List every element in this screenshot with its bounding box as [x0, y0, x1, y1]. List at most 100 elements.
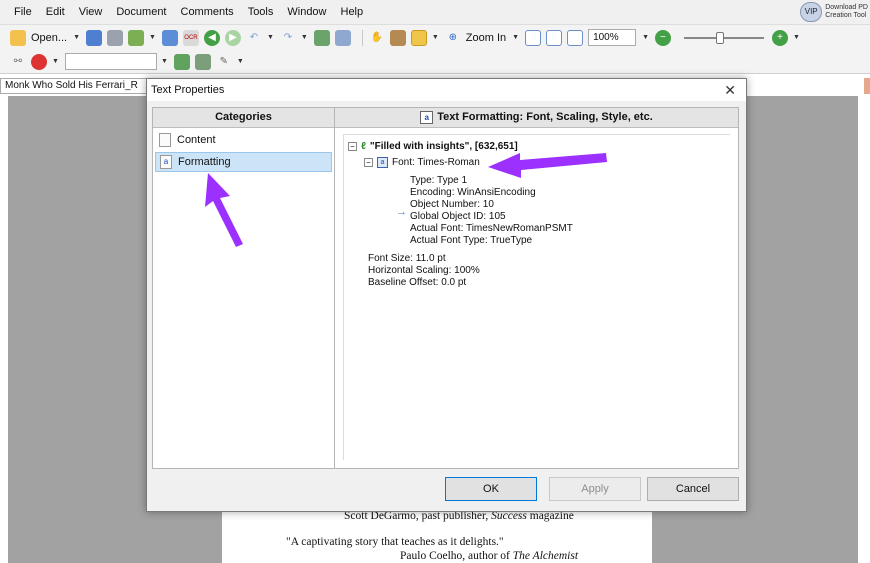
zoom-level-field[interactable]: 100% — [588, 29, 637, 46]
ok-button[interactable]: OK — [445, 477, 537, 501]
document-icon — [159, 133, 171, 147]
metric-horizontal-scaling: Horizontal Scaling: 100% — [368, 265, 480, 276]
category-formatting[interactable]: a Formatting — [155, 152, 332, 172]
text-properties-dialog: Text Properties ✕ Categories Content a F… — [146, 78, 747, 512]
redo-dropdown-icon[interactable]: ▼ — [301, 34, 308, 41]
metric-font-size: Font Size: 11.0 pt — [368, 253, 446, 264]
link-icon[interactable]: ⚯ — [10, 54, 26, 70]
font-format-icon: a — [160, 155, 172, 169]
tree-font-node-label: Font: Times-Roman — [392, 157, 480, 169]
font-icon: a — [377, 157, 388, 168]
menu-help[interactable]: Help — [341, 6, 364, 18]
toolbar-overflow-icon[interactable]: ▼ — [793, 34, 800, 41]
page-line-3-italic: The Alchemist — [512, 550, 579, 562]
zoom-in-dropdown-icon[interactable]: ▼ — [512, 34, 519, 41]
menu-bar: File Edit View Document Comments Tools W… — [0, 0, 870, 24]
fit-page-icon[interactable] — [546, 29, 563, 46]
toolbar-separator — [361, 29, 363, 46]
zoom-level-dropdown-icon[interactable]: ▼ — [642, 34, 649, 41]
pencil-dropdown-icon[interactable]: ▼ — [237, 58, 244, 65]
category-formatting-label: Formatting — [178, 156, 231, 168]
details-panel: a Text Formatting: Font, Scaling, Style, … — [335, 107, 739, 469]
close-icon[interactable]: ✕ — [724, 79, 736, 101]
menu-window[interactable]: Window — [287, 6, 326, 18]
zoom-in-circle-icon[interactable]: + — [772, 29, 788, 46]
undo-icon[interactable]: ↶ — [246, 30, 262, 46]
font-prop-global-id: Global Object ID: 105 — [410, 211, 506, 222]
actual-size-icon[interactable] — [525, 29, 542, 46]
font-format-icon: a — [420, 110, 434, 124]
dialog-title: Text Properties — [151, 84, 225, 96]
menu-file[interactable]: File — [14, 6, 32, 18]
rotate-left-icon[interactable] — [313, 29, 330, 46]
menu-edit[interactable]: Edit — [46, 6, 65, 18]
back-icon[interactable]: ◀ — [203, 29, 220, 46]
font-prop-type: Type: Type 1 — [410, 175, 468, 186]
collapse-icon[interactable]: − — [364, 158, 373, 167]
dialog-title-bar[interactable]: Text Properties ✕ — [147, 79, 746, 101]
text-leaf-icon: ℓ — [361, 141, 366, 152]
select-dropdown-icon[interactable]: ▼ — [432, 34, 439, 41]
font-name-dropdown-icon[interactable]: ▼ — [161, 58, 168, 65]
ocr-icon[interactable]: OCR — [182, 29, 199, 46]
collapse-icon[interactable]: − — [348, 141, 357, 151]
properties-tree[interactable]: − ℓ "Filled with insights", [632,651] − a Fo… — [343, 134, 730, 460]
open-folder-icon[interactable] — [10, 29, 26, 46]
stamp-icon[interactable] — [31, 53, 47, 70]
categories-panel: Categories Content a Formatting — [152, 107, 335, 469]
hand-tool-icon[interactable]: ✋ — [369, 30, 385, 46]
page-line-3: Paulo Coelho, author of The Alchemist — [400, 550, 578, 562]
redo-icon[interactable]: ↷ — [280, 30, 296, 46]
details-header: a Text Formatting: Font, Scaling, Style, … — [335, 108, 738, 128]
select-text-icon[interactable] — [410, 29, 427, 46]
menu-view[interactable]: View — [79, 6, 103, 18]
scan-dropdown-icon[interactable]: ▼ — [149, 34, 156, 41]
fit-width-icon[interactable] — [567, 29, 584, 46]
metric-baseline-offset: Baseline Offset: 0.0 pt — [368, 277, 467, 288]
details-header-label: Text Formatting: Font, Scaling, Style, e… — [437, 111, 653, 123]
download-promo[interactable]: VIP Download PD Creation Tool — [800, 2, 868, 22]
apply-button[interactable]: Apply — [549, 477, 641, 501]
highlight-icon[interactable] — [173, 53, 190, 70]
secondary-toolbar: ⚯ ▼ ▼ ✎ ▼ — [0, 50, 870, 74]
email-icon[interactable] — [161, 29, 178, 46]
tab-edge — [864, 78, 870, 94]
promo-line-2: Creation Tool — [825, 12, 867, 19]
snapshot-icon[interactable] — [389, 29, 406, 46]
save-icon[interactable] — [86, 29, 103, 46]
vip-icon: VIP — [800, 2, 823, 22]
undo-dropdown-icon[interactable]: ▼ — [267, 34, 274, 41]
zoom-slider-thumb[interactable] — [716, 31, 724, 44]
zoom-in-icon[interactable]: ⊕ — [445, 30, 461, 46]
tree-font-node[interactable]: − a Font: Times-Roman — [364, 157, 480, 168]
open-button[interactable]: Open... — [31, 32, 67, 44]
print-icon[interactable] — [107, 29, 124, 46]
category-content[interactable]: Content — [155, 130, 332, 150]
document-tab[interactable]: Monk Who Sold His Ferrari_R — [0, 78, 150, 94]
promo-line-1: Download PD — [825, 4, 868, 11]
open-dropdown-icon[interactable]: ▼ — [73, 34, 80, 41]
font-name-field[interactable] — [64, 53, 157, 70]
zoom-in-button[interactable]: Zoom In — [466, 32, 506, 44]
menu-document[interactable]: Document — [116, 6, 166, 18]
page-line-2: "A captivating story that teaches as it … — [286, 536, 504, 548]
font-prop-actual-font: Actual Font: TimesNewRomanPSMT — [410, 223, 573, 234]
menu-tools[interactable]: Tools — [248, 6, 274, 18]
tree-root-label: "Filled with insights", [632,651] — [369, 141, 518, 152]
zoom-out-circle-icon[interactable]: − — [655, 29, 671, 46]
font-prop-object-number: Object Number: 10 — [410, 199, 494, 210]
pencil-icon[interactable]: ✎ — [216, 54, 232, 70]
forward-icon[interactable]: ▶ — [224, 29, 241, 46]
zoom-slider[interactable] — [684, 31, 764, 44]
rotate-right-icon[interactable] — [334, 29, 351, 46]
categories-header: Categories — [153, 108, 334, 128]
category-content-label: Content — [177, 134, 216, 146]
tree-root[interactable]: − ℓ "Filled with insights", [632,651] — [348, 141, 518, 152]
font-prop-actual-type: Actual Font Type: TrueType — [410, 235, 533, 246]
menu-comments[interactable]: Comments — [181, 6, 234, 18]
stamp-dropdown-icon[interactable]: ▼ — [52, 58, 59, 65]
scan-icon[interactable] — [128, 29, 145, 46]
cancel-button[interactable]: Cancel — [647, 477, 739, 501]
underline-tool-icon[interactable] — [194, 53, 211, 70]
jump-arrow-icon[interactable]: → — [396, 206, 407, 218]
